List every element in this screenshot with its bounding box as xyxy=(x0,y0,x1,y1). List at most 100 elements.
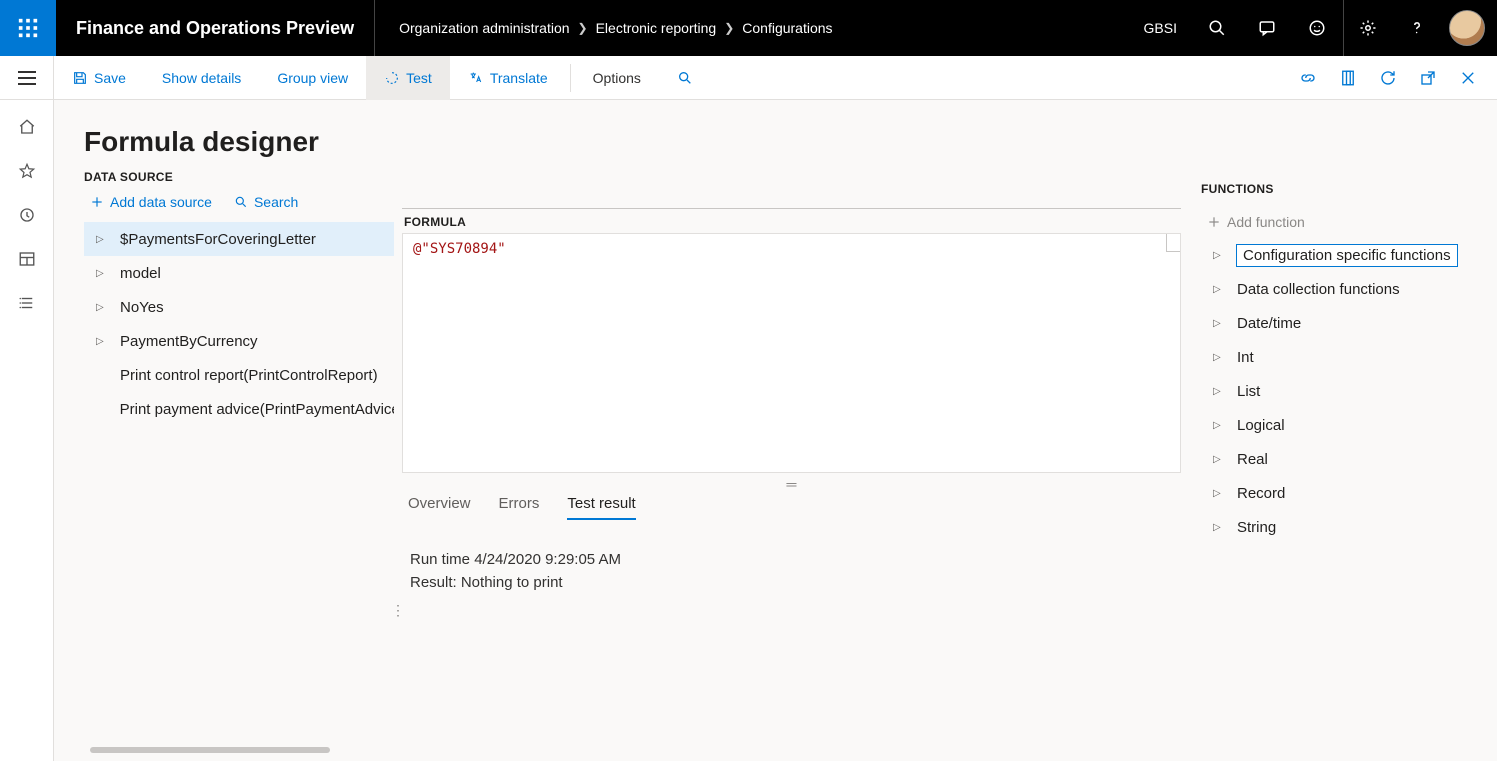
chevron-right-icon: ▷ xyxy=(1213,454,1223,465)
home-button[interactable] xyxy=(18,118,36,136)
function-category[interactable]: ▷Configuration specific functions xyxy=(1201,238,1497,272)
company-picker[interactable]: GBSI xyxy=(1130,20,1191,36)
plus-icon xyxy=(90,195,104,209)
horizontal-splitter[interactable]: ═ xyxy=(402,473,1181,495)
function-category-label: Logical xyxy=(1237,417,1285,434)
save-button[interactable]: Save xyxy=(54,56,144,100)
function-category[interactable]: ▷Date/time xyxy=(1201,306,1497,340)
breadcrumb-item[interactable]: Configurations xyxy=(742,20,832,36)
star-icon xyxy=(18,162,36,180)
datasource-item-label: Print control report(PrintControlReport) xyxy=(120,367,378,384)
tab-test-result[interactable]: Test result xyxy=(567,495,635,520)
function-category[interactable]: ▷ Record xyxy=(1201,476,1497,510)
popout-button[interactable] xyxy=(1411,61,1445,95)
datasource-item[interactable]: ▷ PaymentByCurrency xyxy=(84,324,394,358)
formula-section: FORMULA @"SYS70894" xyxy=(402,208,1181,473)
settings-button[interactable] xyxy=(1343,0,1391,56)
body: Formula designer DATA SOURCE Add data so… xyxy=(0,100,1497,761)
center-panel: FORMULA @"SYS70894" ═ Overview Errors Te… xyxy=(402,100,1191,761)
function-category-label: String xyxy=(1237,519,1276,536)
refresh-dashed-icon xyxy=(384,70,400,86)
functions-tree: ▷Configuration specific functions ▷Data … xyxy=(1201,238,1497,544)
list-icon xyxy=(18,294,36,312)
function-category-label: Real xyxy=(1237,451,1268,468)
function-category[interactable]: ▷ Logical xyxy=(1201,408,1497,442)
plus-icon xyxy=(1207,215,1221,229)
show-details-label: Show details xyxy=(162,70,241,86)
show-details-button[interactable]: Show details xyxy=(144,56,259,100)
breadcrumb: Organization administration ❯ Electronic… xyxy=(375,20,832,36)
test-button[interactable]: Test xyxy=(366,56,450,100)
datasource-actions: Add data source Search xyxy=(84,194,394,210)
chevron-right-icon: ▷ xyxy=(1213,420,1223,431)
function-category[interactable]: ▷Data collection functions xyxy=(1201,272,1497,306)
scrollbar[interactable] xyxy=(1166,234,1180,252)
breadcrumb-item[interactable]: Organization administration xyxy=(399,20,569,36)
vertical-splitter[interactable]: ⋮ xyxy=(394,460,402,761)
translate-button[interactable]: Translate xyxy=(450,56,566,100)
test-label: Test xyxy=(406,70,432,86)
page-icon xyxy=(1339,69,1357,87)
datasource-item[interactable]: ▷Print control report(PrintControlReport… xyxy=(84,358,394,392)
add-datasource-button[interactable]: Add data source xyxy=(90,194,212,210)
datasource-search-button[interactable]: Search xyxy=(234,194,298,210)
tab-overview[interactable]: Overview xyxy=(408,495,471,520)
search-button[interactable] xyxy=(1193,0,1241,56)
attach-button[interactable] xyxy=(1291,61,1325,95)
datasource-item-label: $PaymentsForCoveringLetter xyxy=(120,231,316,248)
datasource-item[interactable]: ▷NoYes xyxy=(84,290,394,324)
datasource-item-label: PaymentByCurrency xyxy=(120,333,258,350)
function-category[interactable]: ▷ Real xyxy=(1201,442,1497,476)
modules-button[interactable] xyxy=(18,294,36,312)
add-function-button[interactable]: Add function xyxy=(1207,214,1497,230)
options-button[interactable]: Options xyxy=(575,56,659,100)
translate-label: Translate xyxy=(490,70,548,86)
messages-button[interactable] xyxy=(1243,0,1291,56)
function-category[interactable]: ▷Int xyxy=(1201,340,1497,374)
refresh-button[interactable] xyxy=(1371,61,1405,95)
chevron-right-icon: ▷ xyxy=(1213,488,1223,499)
chevron-right-icon: ▷ xyxy=(96,302,106,313)
help-button[interactable] xyxy=(1393,0,1441,56)
datasource-panel: Formula designer DATA SOURCE Add data so… xyxy=(54,100,394,761)
workspaces-button[interactable] xyxy=(18,250,36,268)
chevron-right-icon: ▷ xyxy=(1213,250,1223,261)
recent-button[interactable] xyxy=(18,206,36,224)
app-launcher-button[interactable] xyxy=(0,0,56,56)
tab-errors[interactable]: Errors xyxy=(499,495,540,520)
nav-toggle-button[interactable] xyxy=(0,56,54,100)
popout-icon xyxy=(1419,69,1437,87)
options-label: Options xyxy=(593,70,641,86)
datasource-item-label: Print payment advice(PrintPaymentAdvice) xyxy=(120,401,394,418)
actionbar-search-button[interactable] xyxy=(659,56,711,100)
avatar[interactable] xyxy=(1449,10,1485,46)
breadcrumb-item[interactable]: Electronic reporting xyxy=(596,20,717,36)
function-category-label: Record xyxy=(1237,485,1285,502)
function-category-label: Data collection functions xyxy=(1237,281,1400,298)
formula-text: @"SYS70894" xyxy=(413,241,506,257)
chevron-right-icon: ▷ xyxy=(1213,522,1223,533)
datasource-item[interactable]: ▷ $PaymentsForCoveringLetter xyxy=(84,222,394,256)
function-category[interactable]: ▷List xyxy=(1201,374,1497,408)
chevron-right-icon: ▷ xyxy=(96,336,106,347)
datasource-item[interactable]: ▷model xyxy=(84,256,394,290)
function-category[interactable]: ▷ String xyxy=(1201,510,1497,544)
horizontal-scrollbar[interactable] xyxy=(90,747,330,753)
close-button[interactable] xyxy=(1451,61,1485,95)
chevron-right-icon: ▷ xyxy=(96,234,106,245)
add-datasource-label: Add data source xyxy=(110,194,212,210)
separator xyxy=(570,64,571,92)
left-rail xyxy=(0,100,54,761)
home-icon xyxy=(18,118,36,136)
test-result-body: Run time 4/24/2020 9:29:05 AM Result: No… xyxy=(402,520,1181,595)
translate-icon xyxy=(468,70,484,86)
formula-editor[interactable]: @"SYS70894" xyxy=(402,233,1181,473)
favorites-button[interactable] xyxy=(18,162,36,180)
topbar-right: GBSI xyxy=(1130,0,1497,56)
feedback-button[interactable] xyxy=(1293,0,1341,56)
test-value: Result: Nothing to print xyxy=(410,571,1181,594)
datasource-item[interactable]: ▷Print payment advice(PrintPaymentAdvice… xyxy=(84,392,394,426)
office-button[interactable] xyxy=(1331,61,1365,95)
waffle-icon xyxy=(17,17,39,39)
group-view-button[interactable]: Group view xyxy=(259,56,366,100)
